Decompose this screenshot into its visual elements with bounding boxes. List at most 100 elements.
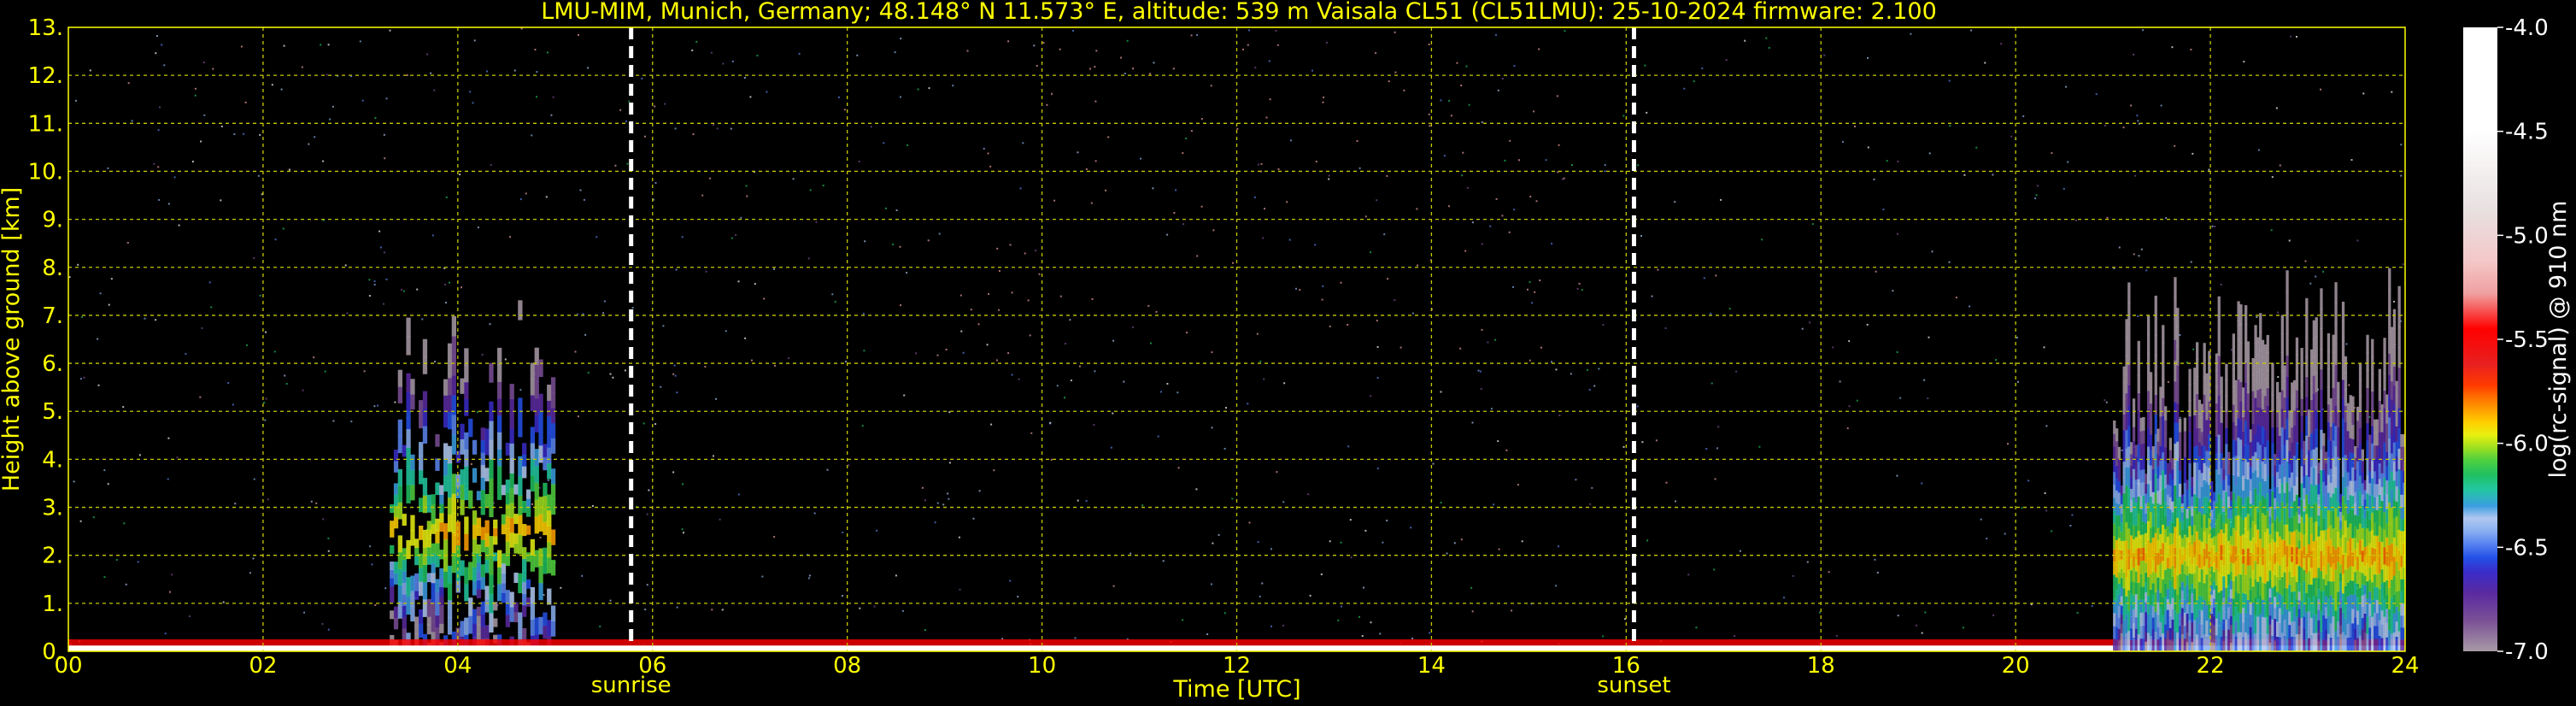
backscatter-cell <box>2217 296 2221 317</box>
noise-speck <box>1112 339 1115 342</box>
noise-speck <box>313 356 315 359</box>
backscatter-cell <box>2113 626 2116 639</box>
noise-speck <box>998 270 1000 272</box>
backscatter-cell <box>2156 577 2160 591</box>
backscatter-cell <box>2151 594 2155 607</box>
backscatter-cell <box>2375 599 2379 614</box>
noise-speck <box>1382 541 1384 544</box>
noise-speck <box>1448 100 1451 102</box>
noise-speck <box>646 513 648 515</box>
backscatter-cell <box>2300 348 2303 366</box>
noise-speck <box>831 293 834 296</box>
noise-speck <box>1713 568 1716 571</box>
backscatter-cell <box>2142 547 2145 561</box>
backscatter-cell <box>2246 392 2250 411</box>
backscatter-cell <box>2222 479 2226 491</box>
noise-speck <box>2256 316 2258 318</box>
backscatter-cell <box>2400 494 2403 508</box>
backscatter-cell <box>518 475 523 496</box>
backscatter-cell <box>2315 428 2318 448</box>
noise-speck <box>1162 560 1165 562</box>
backscatter-cell <box>2117 628 2121 641</box>
backscatter-cell <box>2366 563 2369 582</box>
backscatter-cell <box>547 400 552 417</box>
x-tick-label: 02 <box>249 653 277 679</box>
backscatter-cell <box>2183 482 2186 497</box>
noise-speck <box>1576 287 1579 290</box>
noise-speck <box>504 358 507 361</box>
backscatter-cell <box>2266 457 2269 476</box>
backscatter-cell <box>2390 362 2394 382</box>
backscatter-cell <box>543 482 548 497</box>
backscatter-cell <box>2246 633 2250 652</box>
backscatter-cell <box>2266 387 2269 406</box>
backscatter-cell <box>489 362 494 383</box>
noise-speck <box>625 120 627 122</box>
backscatter-cell <box>2166 546 2170 558</box>
backscatter-cell <box>2251 407 2255 424</box>
backscatter-cell <box>460 378 465 394</box>
noise-speck <box>1505 449 1508 451</box>
backscatter-cell <box>2300 398 2303 416</box>
backscatter-cell <box>402 605 407 618</box>
backscatter-cell <box>410 454 415 470</box>
noise-speck <box>591 505 594 507</box>
noise-speck <box>1963 174 1966 176</box>
noise-speck <box>1147 304 1150 307</box>
backscatter-cell <box>2220 407 2223 423</box>
backscatter-cell <box>2142 599 2145 613</box>
backscatter-cell <box>476 544 482 554</box>
backscatter-cell <box>2337 546 2340 562</box>
backscatter-cell <box>2149 403 2153 420</box>
backscatter-cell <box>2203 582 2206 601</box>
noise-speck <box>631 307 634 309</box>
noise-speck <box>861 425 864 427</box>
noise-speck <box>1513 65 1516 68</box>
noise-speck <box>2160 104 2162 107</box>
noise-speck <box>1011 374 1013 376</box>
backscatter-cell <box>2127 426 2131 447</box>
backscatter-cell <box>410 394 415 410</box>
noise-speck <box>1992 615 1995 616</box>
noise-speck <box>1995 359 1997 362</box>
backscatter-cell <box>505 516 510 529</box>
noise-speck <box>536 71 538 74</box>
backscatter-cell <box>2203 462 2206 480</box>
backscatter-cell <box>2286 630 2289 652</box>
backscatter-cell <box>2179 625 2182 639</box>
noise-speck <box>750 359 753 362</box>
backscatter-cell <box>472 524 478 539</box>
backscatter-cell <box>2183 495 2186 509</box>
backscatter-cell <box>2346 403 2350 418</box>
backscatter-cell <box>2147 315 2151 335</box>
backscatter-cell <box>489 439 494 460</box>
backscatter-cell <box>534 465 539 484</box>
backscatter-cell <box>2327 333 2331 352</box>
backscatter-cell <box>406 373 411 392</box>
noise-speck <box>1481 243 1483 245</box>
backscatter-cell <box>2113 433 2116 447</box>
backscatter-cell <box>406 428 411 448</box>
backscatter-cell <box>2154 374 2157 395</box>
backscatter-cell <box>530 603 535 620</box>
backscatter-cell <box>2162 542 2165 562</box>
backscatter-cell <box>2227 518 2231 531</box>
backscatter-cell <box>2341 398 2345 419</box>
backscatter-cell <box>2276 621 2280 637</box>
backscatter-cell <box>2286 376 2289 398</box>
backscatter-cell <box>522 627 527 640</box>
backscatter-cell <box>2327 474 2331 493</box>
backscatter-cell <box>547 462 552 479</box>
noise-speck <box>1637 164 1640 167</box>
backscatter-cell <box>2132 482 2136 497</box>
noise-speck <box>1130 552 1132 555</box>
backscatter-cell <box>2337 606 2340 622</box>
backscatter-cell <box>2147 372 2151 391</box>
backscatter-cell <box>447 479 453 498</box>
backscatter-cell <box>2297 591 2301 601</box>
backscatter-cell <box>2232 492 2235 511</box>
backscatter-cell <box>525 525 531 535</box>
backscatter-cell <box>2322 542 2326 556</box>
backscatter-cell <box>422 564 428 583</box>
noise-speck <box>936 354 939 356</box>
